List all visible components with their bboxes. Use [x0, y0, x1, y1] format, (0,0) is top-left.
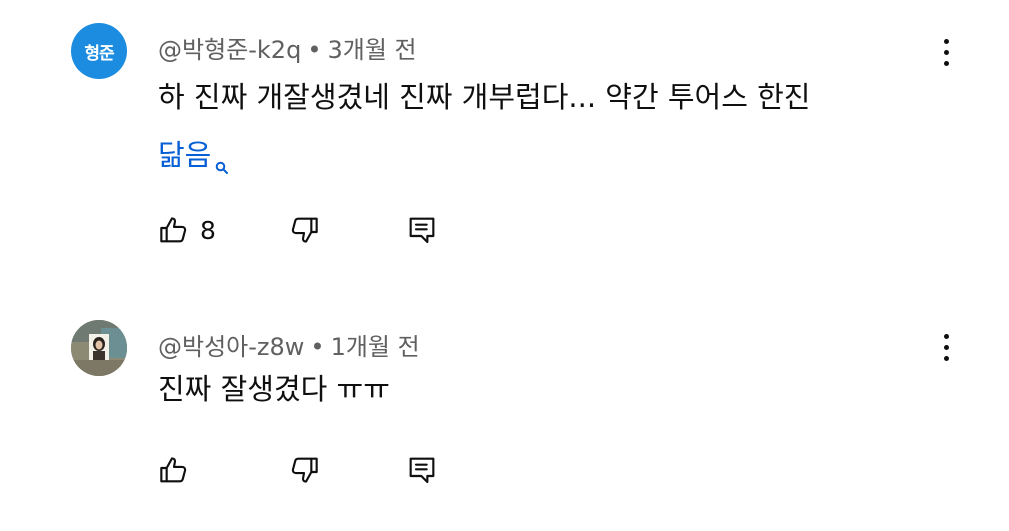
comment-time[interactable]: 1개월 전	[331, 333, 420, 361]
meta-separator: •	[310, 333, 325, 361]
thumbs-up-icon	[158, 214, 190, 246]
comment-text: 진짜 잘생겼다 ㅠㅠ	[158, 360, 390, 418]
comment-text: 하 진짜 개잘생겼네 진짜 개부럽다... 약간 투어스 한진 닮음	[158, 68, 810, 194]
comment-text-content: 하 진짜 개잘생겼네 진짜 개부럽다... 약간 투어스 한진	[158, 80, 811, 114]
dot-icon	[943, 355, 949, 361]
comment-meta: @박성아-z8w • 1개월 전	[158, 327, 420, 362]
avatar[interactable]	[71, 320, 127, 376]
comment-author[interactable]: @박형준-k2q	[158, 36, 301, 64]
like-button[interactable]	[158, 450, 200, 490]
dot-icon	[943, 38, 949, 44]
search-link-label: 닮음	[158, 138, 212, 172]
comment-meta: @박형준-k2q • 3개월 전	[158, 30, 417, 65]
like-count: 8	[200, 215, 216, 245]
comment-author[interactable]: @박성아-z8w	[158, 333, 304, 361]
dot-icon	[943, 333, 949, 339]
thumbs-down-icon	[288, 214, 320, 246]
dislike-button[interactable]	[288, 210, 320, 250]
comment-time[interactable]: 3개월 전	[327, 36, 416, 64]
thumbs-down-icon	[288, 454, 320, 486]
reply-button[interactable]	[406, 450, 438, 490]
reply-button[interactable]	[406, 210, 438, 250]
comment-text-content: 진짜 잘생겼다 ㅠㅠ	[158, 372, 390, 406]
avatar-photo	[71, 320, 127, 376]
meta-separator: •	[307, 36, 322, 64]
dot-icon	[943, 344, 949, 350]
thumbs-up-icon	[158, 454, 190, 486]
dislike-button[interactable]	[288, 450, 320, 490]
more-actions-button[interactable]	[930, 327, 962, 367]
avatar[interactable]: 형준	[71, 23, 127, 79]
more-actions-button[interactable]	[930, 32, 962, 72]
search-icon	[215, 136, 229, 194]
like-button[interactable]: 8	[158, 210, 216, 250]
reply-icon	[406, 454, 438, 486]
avatar-initials: 형준	[84, 43, 114, 64]
dot-icon	[943, 49, 949, 55]
reply-icon	[406, 214, 438, 246]
search-link[interactable]: 닮음	[158, 138, 229, 174]
dot-icon	[943, 60, 949, 66]
